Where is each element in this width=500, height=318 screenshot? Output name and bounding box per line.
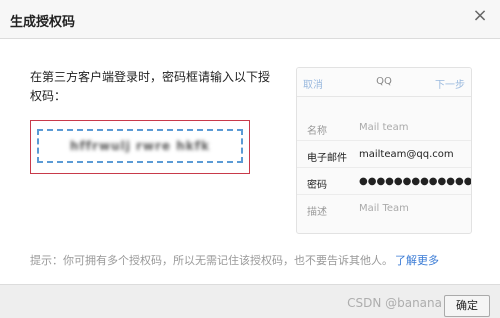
form-row-email: 电子邮件 mailteam@qq.com [297,141,471,168]
form-row-value: Mail Team [359,203,409,214]
form-row-value: ●●●●●●●●●●●●●●●● [359,176,472,187]
phone-preview-navbar: 取消 QQ 下一步 [297,68,471,97]
dialog-header: 生成授权码 × [0,0,500,39]
form-row-value: Mail team [359,122,409,133]
dialog-title: 生成授权码 [10,15,76,30]
form-row-name: 名称 Mail team [297,114,471,141]
confirm-button[interactable]: 确定 [444,295,490,317]
close-icon[interactable]: × [472,7,488,25]
form-row-label: 描述 [307,207,327,218]
form-row-password: 密码 ●●●●●●●●●●●●●●●● [297,168,471,195]
phone-next-label: 下一步 [435,80,465,91]
watermark: CSDN @banana [347,296,442,310]
phone-preview: 取消 QQ 下一步 名称 Mail team 电子邮件 mailteam@qq.… [296,67,472,234]
auth-code-dialog: 生成授权码 × 在第三方客户端登录时，密码框请输入以下授权码： hffrwulj… [0,0,500,318]
form-row-value: mailteam@qq.com [359,149,454,160]
form-row-label: 名称 [307,126,327,137]
form-row-label: 电子邮件 [307,153,347,164]
hint-text: 提示：你可拥有多个授权码，所以无需记住该授权码，也不要告诉其他人。 [30,254,393,267]
form-row-description: 描述 Mail Team [297,195,471,221]
instruction-text: 在第三方客户端登录时，密码框请输入以下授权码： [30,70,271,103]
auth-code-box[interactable]: hffrwulj rwre hkfk [37,129,243,163]
hint-text-line: 提示：你可拥有多个授权码，所以无需记住该授权码，也不要告诉其他人。 了解更多 [30,252,439,268]
form-row-label: 密码 [307,180,327,191]
auth-code-value: hffrwulj rwre hkfk [70,139,210,153]
phone-form-rows: 名称 Mail team 电子邮件 mailteam@qq.com 密码 ●●●… [297,114,471,221]
learn-more-link[interactable]: 了解更多 [395,254,439,267]
auth-code-highlight: hffrwulj rwre hkfk [30,120,250,174]
